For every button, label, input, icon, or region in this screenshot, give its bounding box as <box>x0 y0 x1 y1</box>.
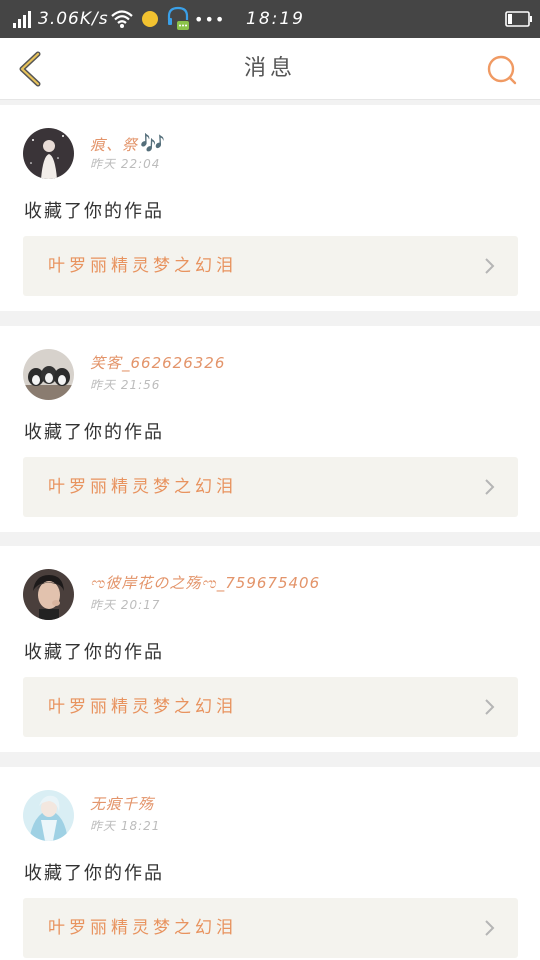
page-title: 消息 <box>243 56 296 81</box>
action-text: 收藏了你的作品 <box>24 201 164 222</box>
clock: 18:19 <box>246 9 305 29</box>
avatar[interactable] <box>23 128 74 179</box>
work-link[interactable]: 叶罗丽精灵梦之幻泪 <box>23 677 518 737</box>
message-card: 笑客_662626326 昨天 21:56 收藏了你的作品 叶罗丽精灵梦之幻泪 <box>0 326 540 532</box>
username[interactable]: 笑客_662626326 <box>90 352 225 373</box>
username[interactable]: ಌ彼岸花の之殇ಌ_759675406 <box>90 572 320 593</box>
message-card: ಌ彼岸花の之殇ಌ_759675406 昨天 20:17 收藏了你的作品 叶罗丽精… <box>0 546 540 752</box>
header: 消息 <box>0 38 540 100</box>
message-card: 无痕千殇 昨天 18:21 收藏了你的作品 叶罗丽精灵梦之幻泪 <box>0 767 540 960</box>
work-title: 叶罗丽精灵梦之幻泪 <box>48 477 237 497</box>
notification-dot-icon <box>141 0 159 38</box>
search-button[interactable] <box>484 52 520 88</box>
signal-icon <box>12 0 34 38</box>
action-text: 收藏了你的作品 <box>24 422 164 443</box>
message-card: 痕、祭 🎶 昨天 22:04 收藏了你的作品 叶罗丽精灵梦之幻泪 <box>0 105 540 311</box>
more-icon: ••• <box>194 9 226 29</box>
chevron-right-icon <box>485 699 495 715</box>
avatar[interactable] <box>23 790 74 841</box>
username[interactable]: 痕、祭 🎶 <box>90 131 166 155</box>
network-speed: 3.06K/s <box>38 9 109 29</box>
work-title: 叶罗丽精灵梦之幻泪 <box>48 918 237 938</box>
avatar[interactable] <box>23 349 74 400</box>
chevron-right-icon <box>485 920 495 936</box>
timestamp: 昨天 21:56 <box>90 378 161 392</box>
work-title: 叶罗丽精灵梦之幻泪 <box>48 697 237 717</box>
username[interactable]: 无痕千殇 <box>90 793 154 814</box>
action-text: 收藏了你的作品 <box>24 863 164 884</box>
status-bar: 3.06K/s ••• 18:19 <box>0 0 540 38</box>
timestamp: 昨天 22:04 <box>90 157 161 171</box>
action-text: 收藏了你的作品 <box>24 642 164 663</box>
music-note-icon: 🎶 <box>140 131 166 155</box>
work-link[interactable]: 叶罗丽精灵梦之幻泪 <box>23 898 518 958</box>
battery-icon <box>505 0 533 38</box>
work-title: 叶罗丽精灵梦之幻泪 <box>48 256 237 276</box>
headset-icon <box>166 0 190 38</box>
timestamp: 昨天 20:17 <box>90 598 161 612</box>
wifi-icon <box>110 0 134 38</box>
chevron-right-icon <box>485 479 495 495</box>
chevron-right-icon <box>485 258 495 274</box>
timestamp: 昨天 18:21 <box>90 819 161 833</box>
work-link[interactable]: 叶罗丽精灵梦之幻泪 <box>23 236 518 296</box>
avatar[interactable] <box>23 569 74 620</box>
search-icon <box>487 55 517 85</box>
work-link[interactable]: 叶罗丽精灵梦之幻泪 <box>23 457 518 517</box>
